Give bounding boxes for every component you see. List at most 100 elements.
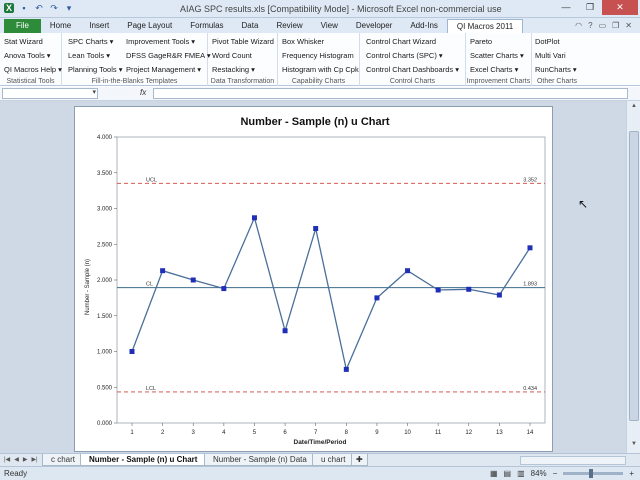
next-sheet-icon[interactable]: ▶ <box>23 456 28 463</box>
minimize-button[interactable]: — <box>554 0 578 15</box>
x-tick-label: 1 <box>130 430 134 436</box>
tab-insert[interactable]: Insert <box>80 19 118 33</box>
tab-page-layout[interactable]: Page Layout <box>118 19 181 33</box>
anova-tools-button[interactable]: Anova Tools ▾ <box>4 51 51 60</box>
pivot-table-wizard-button[interactable]: Pivot Table Wizard <box>212 37 274 46</box>
y-tick-label: 2.000 <box>97 278 113 284</box>
sheet-tab-u-chart[interactable]: u chart <box>312 454 355 466</box>
group-capability-charts: Box Whisker Frequency Histogram Histogra… <box>278 33 360 86</box>
restacking-button[interactable]: Restacking ▾ <box>212 65 255 74</box>
chart-area[interactable]: Number - Sample (n) u Chart Number - Sam… <box>74 106 553 452</box>
tab-formulas[interactable]: Formulas <box>181 19 232 33</box>
box-whisker-button[interactable]: Box Whisker <box>282 37 324 46</box>
vertical-scrollbar[interactable]: ▲ ▼ <box>626 101 640 453</box>
save-icon[interactable]: ▪ <box>19 3 29 13</box>
excel-logo-icon: X <box>4 3 14 13</box>
dfss-gagerr-fmea-button[interactable]: DFSS GageR&R FMEA ▾ <box>126 51 211 60</box>
data-point <box>527 245 533 251</box>
stat-wizard-button[interactable]: Stat Wizard <box>4 37 43 46</box>
tab-file[interactable]: File <box>4 19 41 33</box>
multi-vari-button[interactable]: Multi Vari <box>535 51 566 60</box>
tab-review[interactable]: Review <box>267 19 311 33</box>
data-point <box>251 215 257 221</box>
data-point <box>190 277 196 283</box>
planning-tools-button[interactable]: Planning Tools ▾ <box>68 65 123 74</box>
help-icon[interactable]: ? <box>588 21 592 30</box>
dotplot-button[interactable]: DotPlot <box>535 37 560 46</box>
data-point <box>129 349 135 354</box>
control-charts-spc-button[interactable]: Control Charts (SPC) ▾ <box>366 51 443 60</box>
x-tick-label: 10 <box>404 430 411 436</box>
formula-input[interactable] <box>153 88 628 99</box>
insert-sheet-icon[interactable]: ✚ <box>351 454 368 466</box>
sheet-tab-u-chart-sample[interactable]: Number - Sample (n) u Chart <box>80 454 207 466</box>
sheet-tab-sample-data[interactable]: Number - Sample (n) Data <box>204 454 316 466</box>
tab-home[interactable]: Home <box>41 19 80 33</box>
zoom-slider[interactable] <box>563 469 624 478</box>
histogram-cp-cpk-button[interactable]: Histogram with Cp Cpk <box>282 65 359 74</box>
zoom-level[interactable]: 84% <box>531 469 547 478</box>
tab-view[interactable]: View <box>312 19 347 33</box>
quick-access-toolbar: X ▪ ↶ ↷ ▾ <box>4 3 74 13</box>
spc-charts-button[interactable]: SPC Charts ▾ <box>68 37 113 46</box>
control-chart-wizard-button[interactable]: Control Chart Wizard <box>366 37 436 46</box>
prev-sheet-icon[interactable]: ◀ <box>14 456 19 463</box>
pareto-button[interactable]: Pareto <box>470 37 492 46</box>
tab-add-ins[interactable]: Add-Ins <box>401 19 447 33</box>
group-other-charts: DotPlot Multi Vari RunCharts ▾ Other Cha… <box>532 33 582 86</box>
name-box[interactable] <box>2 88 98 99</box>
runcharts-button[interactable]: RunCharts ▾ <box>535 65 577 74</box>
frequency-histogram-button[interactable]: Frequency Histogram <box>282 51 354 60</box>
horizontal-scrollbar[interactable] <box>520 456 626 465</box>
data-point <box>221 286 227 292</box>
scroll-down-icon[interactable]: ▼ <box>629 441 639 447</box>
x-tick-label: 8 <box>345 430 349 436</box>
y-axis-label: Number - Sample (n) <box>85 259 91 315</box>
scroll-thumb[interactable] <box>629 131 639 421</box>
insert-function-button[interactable]: fx <box>140 88 146 97</box>
workbook-minimize-icon[interactable]: ▭ <box>599 21 607 30</box>
first-sheet-icon[interactable]: |◀ <box>4 456 10 463</box>
group-label: Other Charts <box>536 78 578 85</box>
scroll-up-icon[interactable]: ▲ <box>629 103 639 109</box>
minimize-ribbon-icon[interactable]: ◠ <box>575 21 582 30</box>
page-layout-view-icon[interactable]: ▤ <box>504 469 512 478</box>
y-tick-label: 0.000 <box>97 421 113 427</box>
data-point <box>496 292 502 298</box>
project-management-button[interactable]: Project Management ▾ <box>126 65 201 74</box>
customize-qat-icon[interactable]: ▾ <box>64 3 74 13</box>
data-point <box>405 268 411 274</box>
window-controls: — ❐ ✕ <box>554 0 638 15</box>
zoom-out-icon[interactable]: − <box>553 469 558 478</box>
redo-icon[interactable]: ↷ <box>49 3 59 13</box>
page-break-view-icon[interactable]: ▥ <box>517 469 525 478</box>
last-sheet-icon[interactable]: ▶| <box>31 456 37 463</box>
qi-macros-help-button[interactable]: QI Macros Help ▾ <box>4 65 62 74</box>
data-point <box>374 295 380 301</box>
ribbon-window-icons: ◠ ? ▭ ❐ ✕ <box>575 21 632 30</box>
x-tick-label: 4 <box>222 430 226 436</box>
lcl-value-label: 0.434 <box>523 386 537 392</box>
word-count-button[interactable]: Word Count <box>212 51 252 60</box>
lean-tools-button[interactable]: Lean Tools ▾ <box>68 51 110 60</box>
lcl-label: LCL <box>146 386 156 392</box>
x-tick-label: 2 <box>161 430 165 436</box>
tab-data[interactable]: Data <box>233 19 268 33</box>
undo-icon[interactable]: ↶ <box>34 3 44 13</box>
tab-qi-macros[interactable]: QI Macros 2011 <box>446 19 524 33</box>
tab-developer[interactable]: Developer <box>347 19 401 33</box>
y-tick-label: 3.500 <box>97 171 113 177</box>
workbook-close-icon[interactable]: ✕ <box>625 21 632 30</box>
scatter-charts-button[interactable]: Scatter Charts ▾ <box>470 51 524 60</box>
control-chart-dashboards-button[interactable]: Control Chart Dashboards ▾ <box>366 65 459 74</box>
sheet-tab-c-chart[interactable]: c chart <box>42 454 85 466</box>
data-point <box>466 286 472 292</box>
restore-button[interactable]: ❐ <box>578 0 602 15</box>
zoom-in-icon[interactable]: + <box>629 469 634 478</box>
workbook-restore-icon[interactable]: ❐ <box>612 21 619 30</box>
excel-charts-button[interactable]: Excel Charts ▾ <box>470 65 518 74</box>
improvement-tools-button[interactable]: Improvement Tools ▾ <box>126 37 195 46</box>
close-button[interactable]: ✕ <box>602 0 638 15</box>
normal-view-icon[interactable]: ▦ <box>490 469 498 478</box>
data-point <box>313 226 319 232</box>
